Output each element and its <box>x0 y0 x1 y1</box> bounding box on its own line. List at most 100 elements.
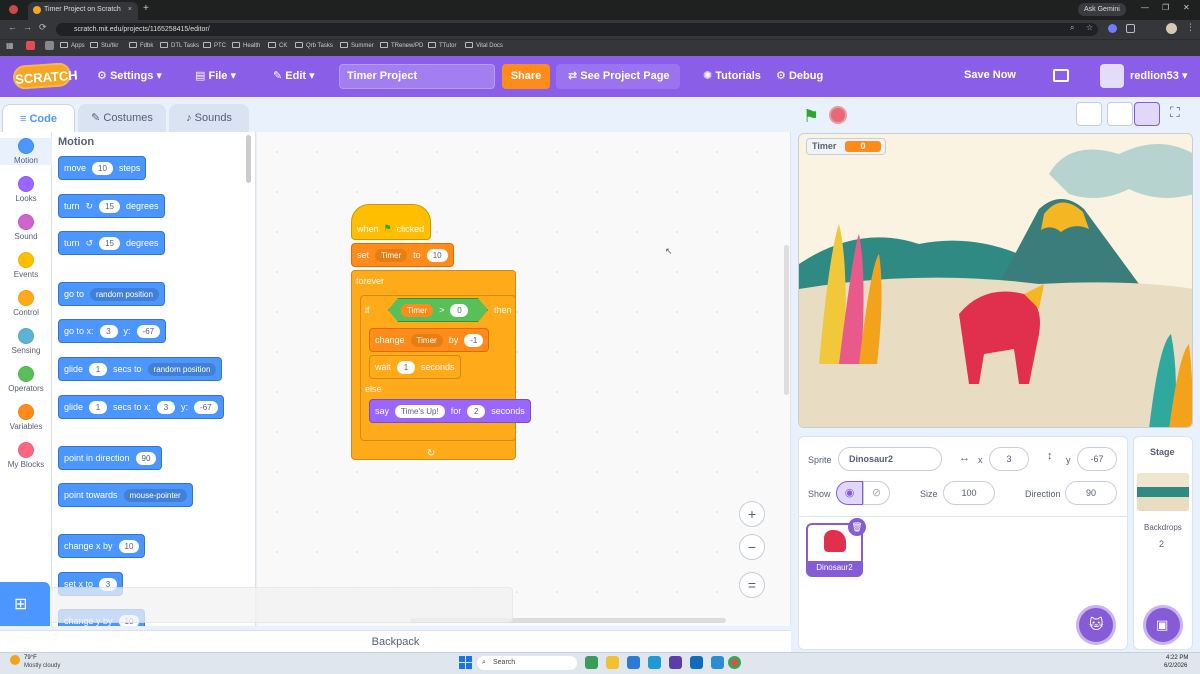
stage-canvas[interactable] <box>798 133 1193 428</box>
teams-icon[interactable] <box>669 656 682 669</box>
apps-grid-icon[interactable]: ▦ <box>6 41 14 50</box>
palette-scrollbar[interactable] <box>246 135 251 183</box>
fullscreen-icon[interactable]: ⛶ <box>1170 104 1180 121</box>
glide-to-xy-block[interactable]: glide 1 secs to x: 3 y: -67 <box>58 395 224 419</box>
green-flag-button[interactable]: ⚑ <box>803 106 819 127</box>
user-avatar[interactable] <box>1100 64 1124 88</box>
bookmark-item[interactable]: Summer <box>340 42 374 49</box>
taskbar-app-icon[interactable] <box>585 656 598 669</box>
set-variable-block[interactable]: set Timer to 10 <box>351 243 454 267</box>
wait-seconds-block[interactable]: wait 1 seconds <box>369 355 461 379</box>
category-motion[interactable]: Motion <box>0 138 52 165</box>
edit-menu[interactable]: ✎ Edit ▾ <box>273 69 315 82</box>
back-icon[interactable]: ← <box>8 22 17 32</box>
tutorials-button[interactable]: ✺ Tutorials <box>703 69 761 82</box>
greater-than-operator[interactable]: Timer >0 <box>388 298 488 322</box>
outlook-icon[interactable] <box>690 656 703 669</box>
share-button[interactable]: Share <box>502 64 550 89</box>
file-menu[interactable]: ▤ File ▾ <box>195 69 236 82</box>
point-towards-block[interactable]: point towards mouse-pointer <box>58 483 193 507</box>
see-project-page-button[interactable]: ⇄ See Project Page <box>556 64 680 89</box>
workspace-vscroll[interactable] <box>784 245 789 395</box>
chrome-icon[interactable] <box>728 656 741 669</box>
x-field[interactable]: 3 <box>989 447 1029 471</box>
bookmark-item[interactable]: Vital Docs <box>465 42 503 49</box>
choose-backdrop-button[interactable]: ▣ <box>1143 605 1183 645</box>
bookmark-item[interactable]: PTC <box>203 42 226 49</box>
edge-browser-icon[interactable] <box>627 656 640 669</box>
show-hidden-button[interactable]: ⊘ <box>863 481 890 505</box>
category-my-blocks[interactable]: My Blocks <box>0 442 52 469</box>
forward-icon[interactable]: → <box>23 22 32 32</box>
close-window-icon[interactable]: ✕ <box>1183 3 1190 12</box>
taskbar-search[interactable]: ⌕ Search <box>477 656 577 670</box>
point-in-direction-block[interactable]: point in direction 90 <box>58 446 163 470</box>
category-variables[interactable]: Variables <box>0 404 52 431</box>
change-variable-block[interactable]: change Timer by -1 <box>369 328 490 352</box>
tab-code[interactable]: ≡ Code <box>2 104 75 132</box>
turn-right-block[interactable]: turn ↻ 15 degrees <box>58 194 165 218</box>
move-steps-block[interactable]: move 10 steps <box>58 156 147 180</box>
delete-sprite-button[interactable]: 🗑 <box>848 518 866 536</box>
normal-stage-button[interactable] <box>1134 102 1160 126</box>
zoom-in-button[interactable]: + <box>739 501 765 527</box>
browser-profile-icon[interactable] <box>9 5 18 14</box>
weather-icon[interactable] <box>10 655 20 665</box>
file-explorer-icon[interactable] <box>606 656 619 669</box>
bookmark-favicon-icon[interactable] <box>26 41 35 50</box>
maximize-icon[interactable]: ❐ <box>1162 3 1169 12</box>
sprite-name-field[interactable]: Dinosaur2 <box>838 447 942 471</box>
bookmark-item[interactable]: TRenew/PD <box>380 42 423 49</box>
bookmark-item[interactable]: Stu/tkr <box>90 42 118 49</box>
y-field[interactable]: -67 <box>1077 447 1117 471</box>
small-stage-button[interactable] <box>1107 102 1133 126</box>
zoom-icon[interactable]: ⌕ <box>1070 23 1074 33</box>
category-control[interactable]: Control <box>0 290 52 317</box>
bookmark-item[interactable]: Qrb Tasks <box>295 42 333 49</box>
bookmark-item[interactable]: Fdbk <box>129 42 153 49</box>
stop-button[interactable] <box>829 106 847 124</box>
reload-icon[interactable]: ⟳ <box>39 22 47 33</box>
zoom-reset-button[interactable]: = <box>739 572 765 598</box>
go-to-xy-block[interactable]: go to x: 3 y: -67 <box>58 319 167 343</box>
size-field[interactable]: 100 <box>943 481 995 505</box>
account-menu[interactable]: redlion53 ▾ <box>1130 69 1188 82</box>
add-extension-button[interactable]: ⊞ <box>0 582 50 626</box>
bookmark-item[interactable]: CK <box>268 42 287 49</box>
profile-avatar[interactable] <box>1166 23 1177 34</box>
browser-tab[interactable]: Timer Project on Scratch × <box>28 2 138 20</box>
scratch-logo[interactable]: SCRATCH <box>12 62 78 90</box>
choose-sprite-button[interactable]: 🐱 <box>1076 605 1116 645</box>
my-stuff-folder-icon[interactable] <box>1053 69 1069 82</box>
go-to-block[interactable]: go to random position <box>58 282 165 306</box>
script-workspace[interactable] <box>257 132 791 626</box>
bookmark-item[interactable]: TTutor <box>428 42 456 49</box>
show-visible-button[interactable]: ◉ <box>836 481 863 505</box>
glide-to-block[interactable]: glide 1 secs to random position <box>58 357 223 381</box>
category-sound[interactable]: Sound <box>0 214 52 241</box>
zoom-out-button[interactable]: − <box>739 534 765 560</box>
debug-button[interactable]: ⚙ Debug <box>776 69 823 82</box>
save-now-button[interactable]: Save Now <box>964 69 1016 81</box>
windows-start-icon[interactable] <box>459 656 472 669</box>
store-icon[interactable] <box>648 656 661 669</box>
new-tab-button[interactable]: + <box>143 3 149 14</box>
bookmark-star-icon[interactable]: ☆ <box>1086 23 1093 32</box>
project-title-input[interactable]: Timer Project <box>339 64 495 89</box>
change-x-block[interactable]: change x by 10 <box>58 534 146 558</box>
say-for-seconds-block[interactable]: say Time's Up! for 2 seconds <box>369 399 531 423</box>
category-looks[interactable]: Looks <box>0 176 52 203</box>
variable-monitor[interactable]: Timer 0 <box>806 138 886 155</box>
browser-menu-icon[interactable]: ⋮ <box>1186 22 1195 33</box>
backpack-bar[interactable]: Backpack <box>0 630 791 652</box>
minimize-icon[interactable]: — <box>1141 3 1149 12</box>
settings-menu[interactable]: ⚙ Settings ▾ <box>97 69 162 82</box>
tab-costumes[interactable]: ✎ Costumes <box>78 104 166 132</box>
tab-close-icon[interactable]: × <box>128 2 132 18</box>
extensions-puzzle-icon[interactable] <box>1126 24 1135 33</box>
bookmark-item[interactable]: DTL Tasks <box>160 42 199 49</box>
bookmark-item[interactable]: Apps <box>60 42 85 49</box>
when-flag-clicked-block[interactable]: when ⚑ clicked <box>351 204 431 240</box>
url-field[interactable]: scratch.mit.edu/projects/1165258415/edit… <box>56 23 1098 36</box>
bookmark-favicon-icon[interactable] <box>45 41 54 50</box>
